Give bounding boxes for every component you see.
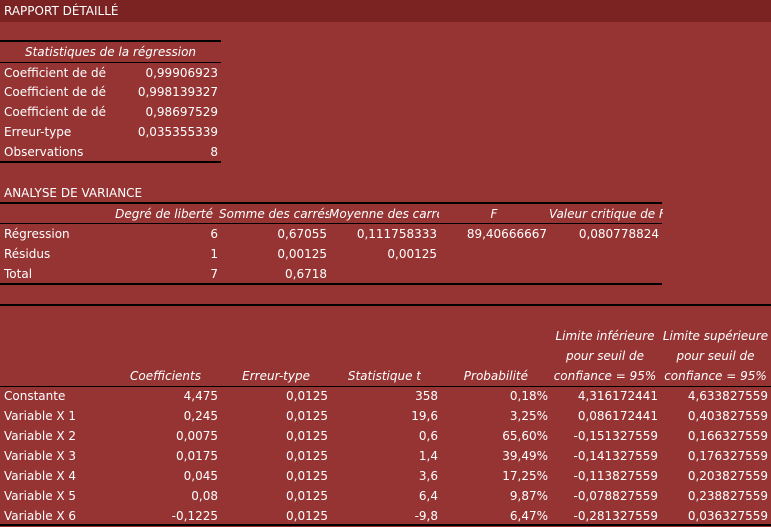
anova-cell[interactable]: 0,67055 [219,224,327,244]
anova-cell[interactable]: 0,00125 [219,244,327,264]
anova-header-ms: Moyenne des carré [329,207,439,221]
coef-cell[interactable]: 65,60% [440,426,548,446]
coef-cell[interactable]: 0,18% [440,386,548,406]
coef-header-probability: Probabilité [463,369,528,383]
coef-cell[interactable]: 0,08 [110,486,218,506]
regression-stats-header: Statistiques de la régression [24,45,197,59]
stat-value[interactable]: 0,035355339 [116,122,218,142]
coef-cell[interactable]: 0,0125 [220,426,328,446]
coef-row-label[interactable]: Variable X 1 [4,406,110,426]
coef-cell[interactable]: 0,0175 [110,446,218,466]
stat-label[interactable]: Coefficient de dé [4,63,116,83]
regression-stats-bottom-rule [0,161,221,163]
coef-cell[interactable]: 0,0125 [220,446,328,466]
stat-value[interactable]: 0,98697529 [116,102,218,122]
report-title: RAPPORT DÉTAILLÉ [4,4,119,18]
anova-row-label[interactable]: Total [4,264,110,284]
coef-cell[interactable]: 0,6 [330,426,438,446]
coef-cell[interactable]: 9,87% [440,486,548,506]
coef-header-upper-line3: confiance = 95% [664,369,767,383]
coef-header-std-error: Erreur-type [242,369,310,383]
coef-cell[interactable]: 0,238827559 [660,486,768,506]
coef-cell[interactable]: -0,1225 [110,506,218,526]
coef-header-upper-line1: Limite supérieure [662,329,769,343]
coef-row-label[interactable]: Variable X 2 [4,426,110,446]
anova-cell[interactable]: 0,6718 [219,264,327,284]
coef-cell[interactable]: 0,245 [110,406,218,426]
coef-cell[interactable]: 3,25% [440,406,548,426]
stat-value[interactable]: 0,99906923 [116,63,218,83]
report-title-bar: RAPPORT DÉTAILLÉ [0,0,771,22]
anova-row-label[interactable]: Résidus [4,244,110,264]
coef-cell[interactable]: -9,8 [330,506,438,526]
anova-header-ss: Somme des carrés [219,207,329,221]
anova-cell[interactable]: 0,00125 [329,244,437,264]
coef-cell[interactable]: 4,633827559 [660,386,768,406]
coef-cell[interactable]: 6,4 [330,486,438,506]
coef-cell[interactable]: 4,316172441 [550,386,658,406]
anova-header-df: Degré de liberté [115,207,213,221]
coef-cell[interactable]: 3,6 [330,466,438,486]
coef-header-lower-line3: confiance = 95% [553,369,657,383]
coef-header-lower-line2: pour seuil de [565,349,645,363]
coef-cell[interactable]: -0,113827559 [550,466,659,486]
stat-label[interactable]: Coefficient de dé [4,102,116,122]
coef-cell[interactable]: 0,0125 [220,386,328,406]
anova-cell[interactable]: 6 [110,224,218,244]
coef-cell[interactable]: 0,203827559 [660,466,768,486]
coef-cell[interactable]: 358 [330,386,438,406]
anova-bottom-rule [0,283,662,285]
anova-cell[interactable]: 1 [110,244,218,264]
coef-cell[interactable]: 0,0075 [110,426,218,446]
coef-row-label[interactable]: Variable X 3 [4,446,110,466]
coef-cell[interactable]: -0,141327559 [550,446,659,466]
stat-label[interactable]: Erreur-type [4,122,116,142]
anova-header-f: F [490,207,498,221]
coef-cell[interactable]: 17,25% [440,466,548,486]
coef-cell[interactable]: -0,078827559 [550,486,659,506]
anova-cell[interactable]: 7 [110,264,218,284]
coef-cell[interactable]: 0,0125 [220,506,328,526]
anova-cell[interactable]: 89,40666667 [439,224,547,244]
coef-cell[interactable]: 0,0125 [220,486,328,506]
stat-value[interactable]: 0,998139327 [116,82,218,102]
anova-header-critical-f: Valeur critique de F [549,207,663,221]
coef-cell[interactable]: 1,4 [330,446,438,466]
coef-header-lower-line1: Limite inférieure [555,329,655,343]
coef-cell[interactable]: 0,0125 [220,466,328,486]
coef-cell[interactable]: 0,403827559 [660,406,768,426]
coefficients-bottom-rule [0,524,771,526]
coef-cell[interactable]: 0,166327559 [660,426,768,446]
coef-cell[interactable]: 6,47% [440,506,548,526]
coef-cell[interactable]: 0,086172441 [550,406,658,426]
coef-header-upper-line2: pour seuil de [676,349,755,363]
coef-row-label[interactable]: Variable X 4 [4,466,110,486]
coef-cell[interactable]: 0,176327559 [660,446,768,466]
coef-header-t-stat: Statistique t [347,369,421,383]
stat-label[interactable]: Coefficient de dé [4,82,116,102]
coef-cell[interactable]: 4,475 [110,386,218,406]
coef-cell[interactable]: 0,0125 [220,406,328,426]
coef-header-coefficients: Coefficients [130,369,201,383]
coef-row-label[interactable]: Variable X 5 [4,486,110,506]
coef-row-label[interactable]: Constante [4,386,110,406]
anova-row-label[interactable]: Régression [4,224,110,244]
coefficients-top-rule [0,304,771,306]
stat-label[interactable]: Observations [4,142,116,162]
anova-title: ANALYSE DE VARIANCE [4,186,143,200]
coef-cell[interactable]: -0,281327559 [550,506,659,526]
coef-cell[interactable]: -0,151327559 [550,426,659,446]
coef-cell[interactable]: 19,6 [330,406,438,426]
coef-cell[interactable]: 0,036327559 [660,506,768,526]
anova-cell[interactable]: 0,080778824 [549,224,659,244]
stat-value[interactable]: 8 [116,142,218,162]
coef-cell[interactable]: 0,045 [110,466,218,486]
coef-row-label[interactable]: Variable X 6 [4,506,110,526]
anova-cell[interactable]: 0,111758333 [329,224,437,244]
coef-cell[interactable]: 39,49% [440,446,548,466]
